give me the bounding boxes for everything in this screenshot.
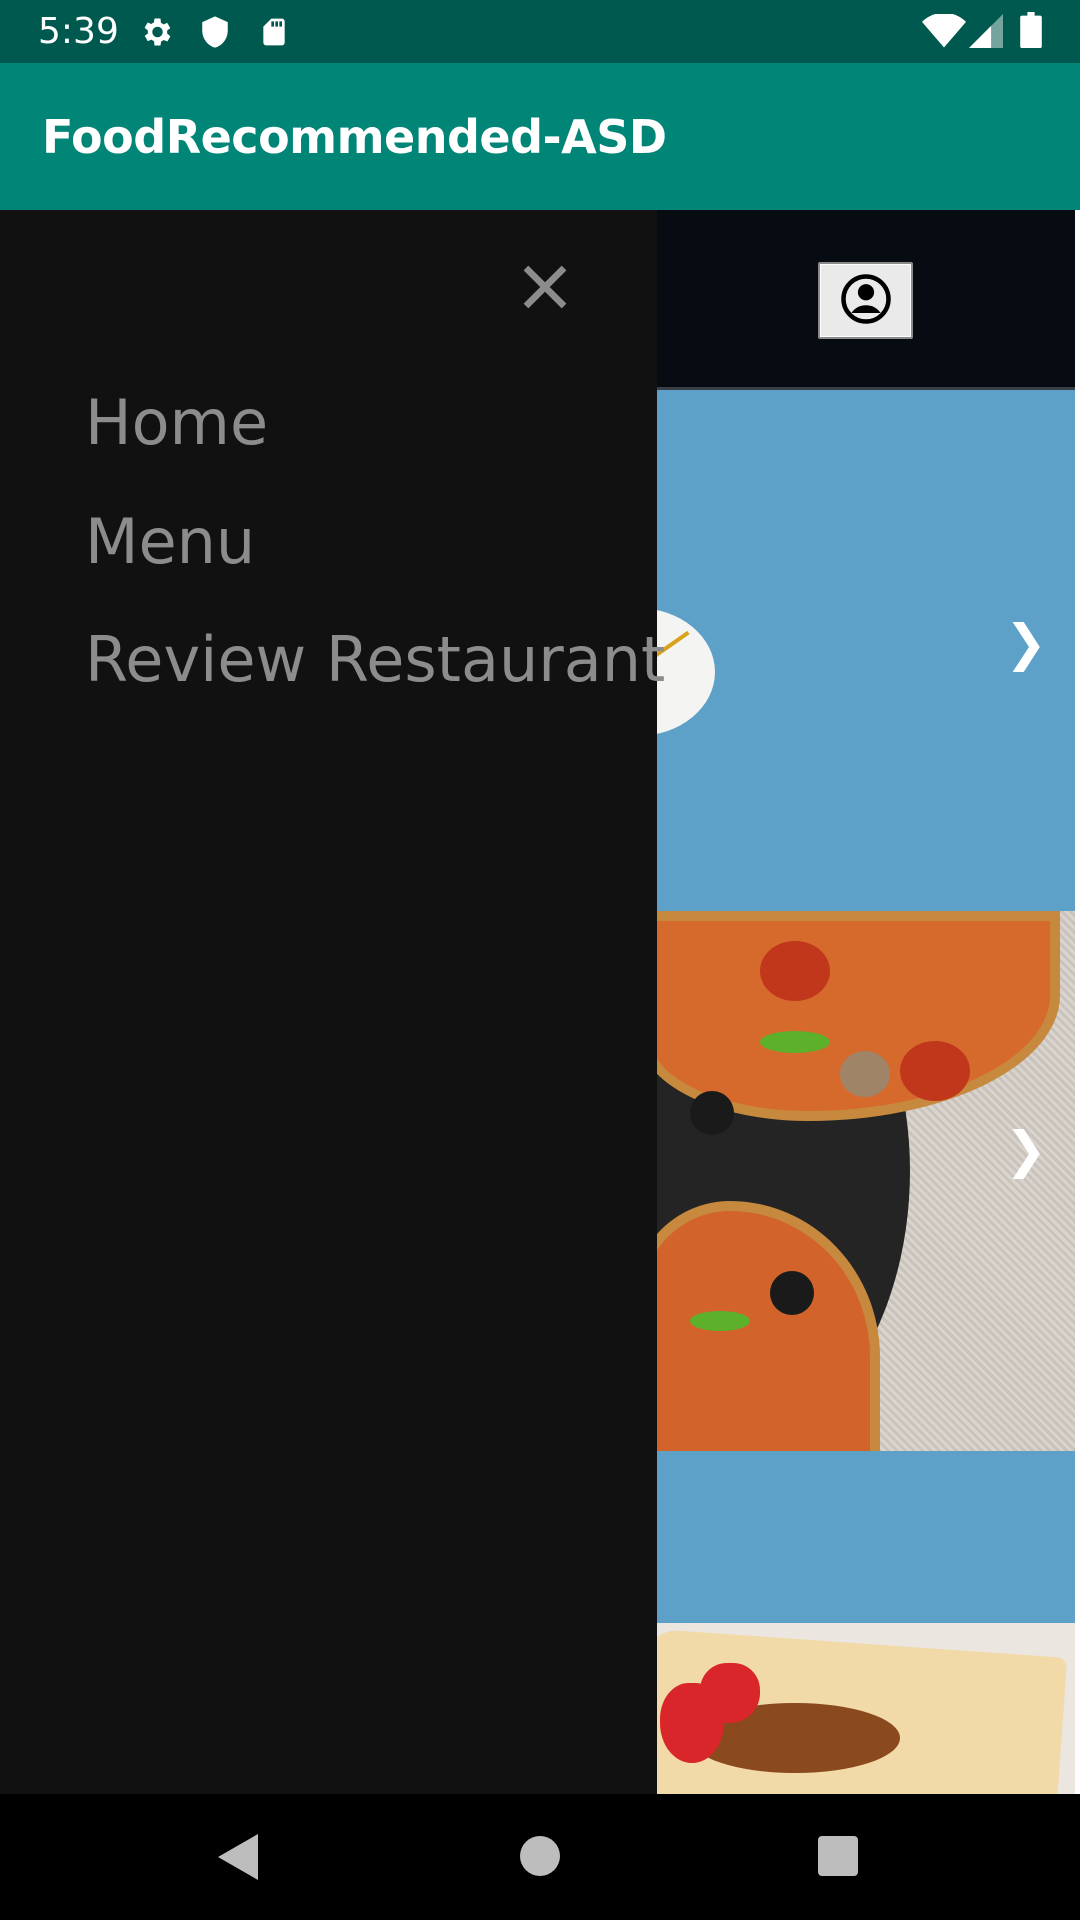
drawer-item-review-restaurant[interactable]: Review Restaurant (85, 622, 665, 698)
pepper-topping (690, 1311, 750, 1331)
navigation-drawer: Home Menu Review Restaurant (0, 210, 665, 1794)
drawer-item-menu[interactable]: Menu (85, 504, 255, 580)
mushroom-topping (840, 1051, 890, 1097)
recents-icon[interactable] (818, 1836, 858, 1880)
app-bar: FoodRecommended-ASD (0, 63, 1080, 210)
system-nav-bar (0, 1794, 1080, 1920)
wifi-icon (922, 12, 966, 52)
olive-topping (690, 1091, 734, 1135)
account-circle-icon (839, 272, 893, 330)
sd-card-icon (258, 14, 290, 54)
settings-icon (138, 14, 174, 54)
slider-next-arrow[interactable]: ❯ (1005, 618, 1047, 668)
shield-icon (198, 14, 232, 54)
content-edge (1075, 210, 1080, 1794)
pepperoni-topping (900, 1041, 970, 1101)
battery-icon (1020, 12, 1042, 52)
status-bar: 5:39 (0, 0, 1080, 63)
pepper-topping (760, 1031, 830, 1053)
drawer-item-home[interactable]: Home (85, 385, 268, 461)
status-time: 5:39 (38, 11, 119, 52)
close-icon[interactable] (520, 262, 570, 312)
signal-icon (968, 14, 1004, 52)
app-title: FoodRecommended-ASD (42, 110, 667, 164)
home-icon[interactable] (520, 1836, 560, 1880)
pepperoni-topping (760, 941, 830, 1001)
profile-button[interactable] (818, 262, 913, 339)
strawberry-image (700, 1663, 760, 1723)
slider-next-arrow[interactable]: ❯ (1005, 1125, 1047, 1175)
olive-topping (770, 1271, 814, 1315)
back-icon[interactable] (218, 1834, 258, 1884)
